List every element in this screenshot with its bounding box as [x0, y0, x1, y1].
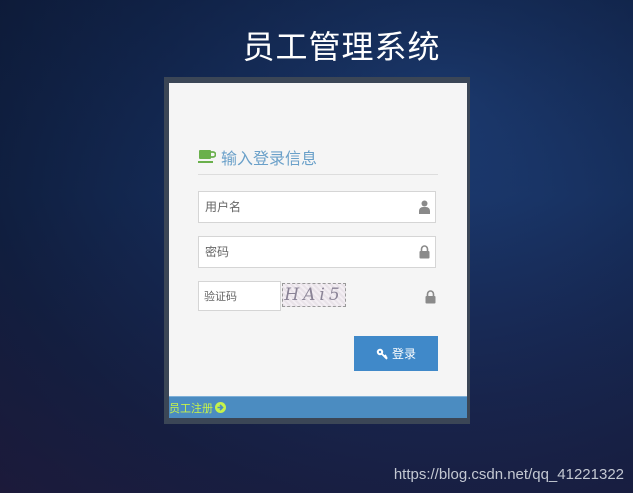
login-button-label: 登录 — [391, 347, 416, 361]
key-icon — [376, 348, 388, 360]
watermark-text: https://blog.csdn.net/qq_41221322 — [393, 466, 624, 483]
login-heading: 输入登录信息 — [198, 140, 438, 175]
login-heading-text: 输入登录信息 — [221, 149, 318, 168]
lock-icon — [425, 290, 436, 304]
arrow-right-icon — [215, 402, 226, 413]
lock-icon — [419, 245, 430, 259]
footer-bar: 员工注册 — [169, 396, 467, 418]
login-panel: 输入登录信息 HAi5 — [164, 77, 470, 424]
page-title: 员工管理系统 — [242, 28, 441, 66]
captcha-image[interactable]: HAi5 — [282, 283, 346, 307]
login-button[interactable]: 登录 — [354, 336, 438, 371]
login-card: 输入登录信息 HAi5 — [169, 83, 467, 396]
register-link-label: 员工注册 — [169, 401, 213, 415]
register-link[interactable]: 员工注册 — [169, 400, 226, 416]
username-field-wrapper — [198, 191, 436, 223]
password-field-wrapper — [198, 236, 436, 268]
captcha-row: HAi5 — [198, 281, 438, 311]
password-input[interactable] — [199, 237, 405, 267]
user-icon — [419, 200, 430, 214]
captcha-field-wrapper — [198, 281, 282, 311]
captcha-image-text: HAi5 — [284, 285, 344, 305]
username-input[interactable] — [199, 192, 405, 222]
captcha-input[interactable] — [199, 282, 282, 310]
coffee-cup-icon — [198, 150, 216, 163]
